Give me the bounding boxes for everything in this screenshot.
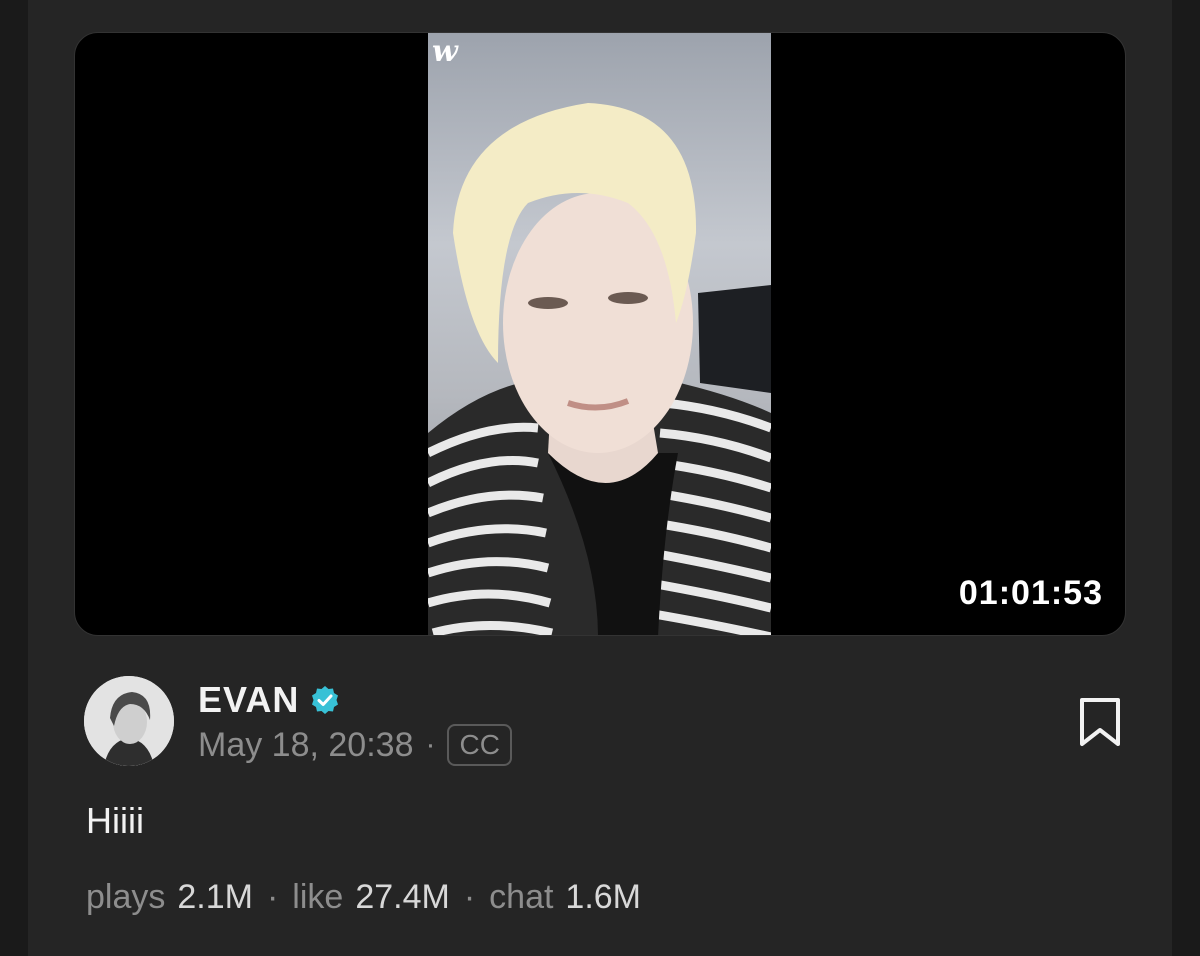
chat-label: chat	[489, 878, 554, 916]
post-caption: Hiiii	[86, 800, 144, 841]
post-stats: plays 2.1M · like 27.4M · chat 1.6M	[86, 878, 641, 917]
video-duration: 01:01:53	[958, 574, 1103, 612]
video-thumbnail: w	[428, 33, 771, 635]
stats-separator: ·	[266, 878, 279, 916]
chat-count: 1.6M	[565, 878, 642, 916]
author-row: EVAN	[198, 679, 341, 721]
like-count: 27.4M	[355, 878, 450, 916]
avatar[interactable]	[84, 676, 174, 766]
stats-separator: ·	[463, 878, 476, 916]
meta-separator: ·	[425, 728, 436, 761]
post-meta: May 18, 20:38 · CC	[198, 724, 512, 766]
cc-badge[interactable]: CC	[447, 724, 512, 766]
post-header: EVAN May 18, 20:38 · CC	[84, 676, 1124, 768]
svg-text:w: w	[432, 34, 459, 69]
weverse-logo-icon: w	[432, 34, 459, 69]
like-label: like	[292, 878, 344, 916]
bookmark-icon[interactable]	[1076, 696, 1124, 750]
verified-badge-icon	[312, 686, 339, 714]
author-name[interactable]: EVAN	[198, 679, 299, 721]
video-player[interactable]: w 01:01:53	[74, 32, 1126, 636]
plays-count: 2.1M	[177, 878, 253, 916]
plays-label: plays	[86, 878, 166, 916]
post-date: May 18, 20:38	[198, 725, 414, 764]
